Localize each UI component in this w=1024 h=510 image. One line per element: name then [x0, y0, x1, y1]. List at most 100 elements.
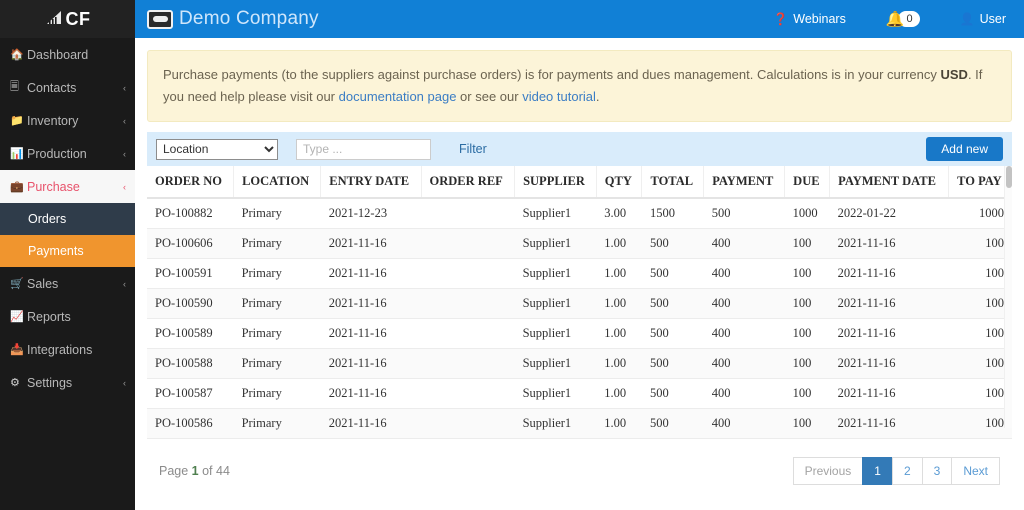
table-header-row: ORDER NO LOCATION ENTRY DATE ORDER REF S…: [147, 166, 1012, 199]
chevron-left-icon: ‹: [123, 82, 126, 93]
id-card-icon: 🗏: [10, 81, 19, 93]
order-no-cell[interactable]: PO-100589: [147, 318, 234, 349]
to-pay-cell[interactable]: 1000: [948, 198, 1012, 229]
col-order-no[interactable]: ORDER NO: [147, 166, 235, 199]
to-pay-cell[interactable]: 100: [948, 288, 1012, 319]
supplier-cell[interactable]: Supplier1: [514, 318, 597, 349]
supplier-cell[interactable]: Supplier1: [514, 378, 597, 409]
due-cell: 100: [784, 318, 830, 349]
order-no-cell[interactable]: PO-100591: [147, 258, 234, 289]
search-input[interactable]: [296, 138, 431, 160]
table-row[interactable]: PO-100588 Primary 2021-11-16 Supplier1 1.00 5…: [147, 348, 1012, 379]
entry-date-cell: 2021-11-16: [320, 228, 422, 259]
col-payment-date[interactable]: PAYMENT DATE: [829, 166, 950, 199]
order-no-cell[interactable]: PO-100587: [147, 378, 234, 409]
supplier-cell[interactable]: Supplier1: [514, 258, 597, 289]
supplier-cell[interactable]: Supplier1: [514, 198, 597, 229]
scrollbar-thumb[interactable]: [1006, 166, 1012, 188]
sidebar-item-dashboard[interactable]: 🏠 Dashboard: [0, 38, 135, 71]
pagination-page-2[interactable]: 2: [891, 457, 922, 485]
entry-date-cell: 2021-11-16: [320, 408, 422, 439]
col-total[interactable]: TOTAL: [641, 166, 705, 199]
filter-button[interactable]: Filter: [449, 139, 497, 159]
total-cell: 500: [641, 348, 704, 379]
video-tutorial-link[interactable]: video tutorial: [522, 89, 596, 104]
to-pay-cell[interactable]: 100: [948, 318, 1012, 349]
table-row[interactable]: PO-100591 Primary 2021-11-16 Supplier1 1.00 5…: [147, 258, 1012, 289]
due-cell: 1000: [784, 198, 830, 229]
table-row[interactable]: PO-100586 Primary 2021-11-16 Supplier1 1.00 5…: [147, 408, 1012, 439]
sidebar-item-label: Reports: [27, 309, 71, 324]
location-select[interactable]: Location: [156, 138, 278, 160]
table-row[interactable]: PO-100589 Primary 2021-11-16 Supplier1 1.00 5…: [147, 318, 1012, 349]
table-row[interactable]: PO-100606 Primary 2021-11-16 Supplier1 1.00 5…: [147, 228, 1012, 259]
order-no-cell[interactable]: PO-100590: [147, 288, 234, 319]
table-scrollbar[interactable]: [1004, 166, 1012, 428]
table-row[interactable]: PO-100587 Primary 2021-11-16 Supplier1 1.00 5…: [147, 378, 1012, 409]
col-supplier[interactable]: SUPPLIER: [514, 166, 597, 199]
pagination-next[interactable]: Next: [951, 457, 1000, 485]
table-row[interactable]: PO-100882 Primary 2021-12-23 Supplier1 3.00 1…: [147, 198, 1012, 229]
chevron-left-icon: ‹: [123, 377, 126, 388]
order-ref-cell: [421, 258, 515, 289]
table-row[interactable]: PO-100590 Primary 2021-11-16 Supplier1 1.00 5…: [147, 288, 1012, 319]
order-no-cell[interactable]: PO-100586: [147, 408, 234, 439]
sidebar-item-reports[interactable]: 📈 Reports: [0, 300, 135, 333]
pagination-page-1[interactable]: 1: [862, 457, 892, 485]
supplier-cell[interactable]: Supplier1: [514, 228, 597, 259]
to-pay-cell[interactable]: 100: [948, 408, 1012, 439]
sidebar-subitem-orders[interactable]: Orders: [0, 203, 135, 235]
to-pay-cell[interactable]: 100: [948, 228, 1012, 259]
to-pay-cell[interactable]: 100: [948, 348, 1012, 379]
content-area: Purchase payments (to the suppliers agai…: [135, 38, 1024, 485]
user-menu[interactable]: 👤 User: [942, 0, 1024, 38]
webinars-link[interactable]: ❓ Webinars: [755, 0, 864, 38]
to-pay-cell[interactable]: 100: [948, 378, 1012, 409]
sidebar-item-settings[interactable]: ⚙ Settings ‹: [0, 366, 135, 399]
order-ref-cell: [421, 378, 515, 409]
page-current: 1: [191, 464, 199, 478]
table-footer: Page 1 of 44 Previous 1 2 3 Next: [147, 439, 1012, 485]
sidebar-item-label: Purchase: [27, 179, 80, 194]
col-to-pay[interactable]: TO PAY: [948, 166, 1012, 199]
order-no-cell[interactable]: PO-100606: [147, 228, 234, 259]
sidebar-item-sales[interactable]: 🛒 Sales ‹: [0, 267, 135, 300]
col-qty[interactable]: QTY: [596, 166, 643, 199]
order-no-cell[interactable]: PO-100588: [147, 348, 234, 379]
payment-date-cell: 2021-11-16: [829, 288, 949, 319]
supplier-cell[interactable]: Supplier1: [514, 408, 597, 439]
order-ref-cell: [421, 408, 515, 439]
order-ref-cell: [421, 288, 515, 319]
payment-cell: 400: [703, 318, 785, 349]
location-cell: Primary: [233, 348, 321, 379]
add-new-button[interactable]: Add new: [926, 137, 1003, 161]
sidebar-item-production[interactable]: 📊 Production ‹: [0, 137, 135, 170]
col-due[interactable]: DUE: [784, 166, 831, 199]
sidebar-item-integrations[interactable]: 📥 Integrations: [0, 333, 135, 366]
sidebar-item-inventory[interactable]: 📁 Inventory ‹: [0, 104, 135, 137]
pagination-previous[interactable]: Previous: [792, 457, 863, 485]
payment-date-cell: 2021-11-16: [829, 408, 949, 439]
total-cell: 500: [641, 258, 704, 289]
order-no-cell[interactable]: PO-100882: [147, 198, 234, 229]
sidebar-subitem-payments[interactable]: Payments: [0, 235, 135, 267]
sidebar-item-purchase[interactable]: 💼 Purchase ‹: [0, 170, 135, 203]
pagination-page-3[interactable]: 3: [921, 457, 952, 485]
brand-logo[interactable]: CF: [0, 0, 135, 38]
documentation-link[interactable]: documentation page: [339, 89, 457, 104]
sidebar-item-contacts[interactable]: 🗏 Contacts ‹: [0, 71, 135, 104]
main-area: Demo Company ❓ Webinars 🔔 0 👤 User Purch…: [135, 0, 1024, 510]
supplier-cell[interactable]: Supplier1: [514, 288, 597, 319]
col-location[interactable]: LOCATION: [233, 166, 322, 199]
total-cell: 500: [641, 228, 704, 259]
col-entry-date[interactable]: ENTRY DATE: [320, 166, 422, 199]
sidebar-subitem-label: Payments: [28, 244, 84, 258]
company-brand[interactable]: Demo Company: [147, 8, 319, 30]
payment-cell: 400: [703, 378, 785, 409]
supplier-cell[interactable]: Supplier1: [514, 348, 597, 379]
notifications-button[interactable]: 🔔 0: [864, 0, 942, 38]
col-order-ref[interactable]: ORDER REF: [421, 166, 516, 199]
to-pay-cell[interactable]: 100: [948, 258, 1012, 289]
qty-cell: 1.00: [596, 258, 642, 289]
col-payment[interactable]: PAYMENT: [703, 166, 786, 199]
